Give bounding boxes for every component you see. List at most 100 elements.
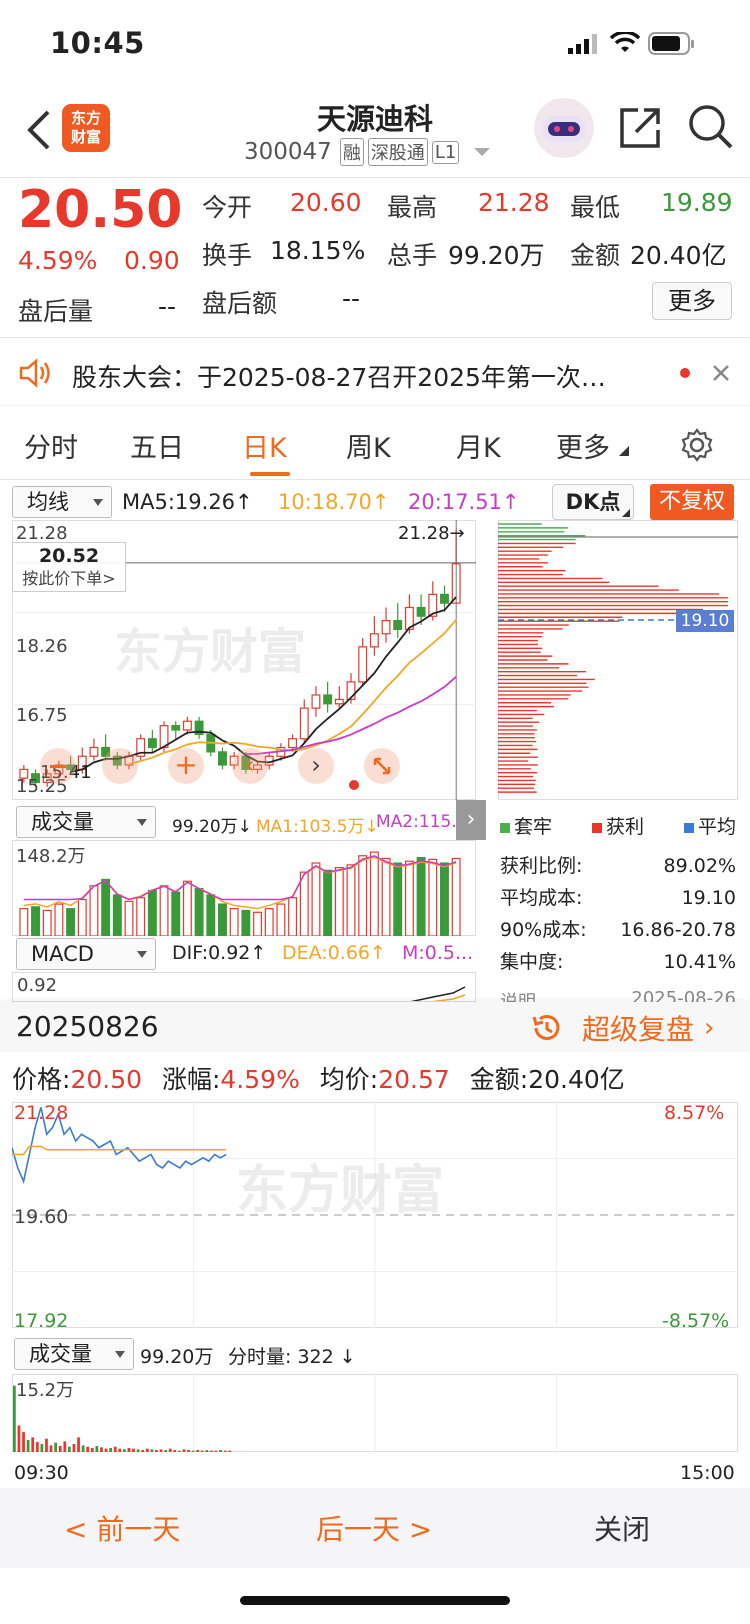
candle-body [171,725,181,731]
intraday-volume-select-label: 成交量 [29,1342,92,1366]
tab-more[interactable]: 更多 [556,426,610,465]
volume-value: 99.20万↓ [172,817,252,837]
ma20-label: 20:17.51↑ [408,490,520,514]
chart-tool-icon[interactable] [102,748,138,784]
volume-bar [159,885,169,936]
intraday-volume-bar [77,1437,80,1452]
volume-bar [253,911,262,936]
tab-weekly-k[interactable]: 周K [346,426,391,465]
macd-select[interactable]: MACD [16,938,156,970]
fullscreen-icon[interactable] [364,748,400,784]
chip-stats: 获利比例: 89.02% 平均成本: 19.10 90%成本: 16.86-20.78… [500,850,736,978]
volume-bar [19,908,29,936]
volume-bar [264,908,274,936]
chevron-down-icon [115,1351,125,1358]
chevron-down-icon [93,499,103,506]
next-day-button[interactable]: 后一天 > [316,1508,432,1548]
tag-margin: 融 [339,138,364,166]
volume-bar [31,906,40,936]
candle-body [218,751,227,766]
intraday-top-pct: 8.57% [664,1102,725,1124]
indicator-select[interactable]: 均线 [12,486,112,518]
intraday-volume-bar [187,1450,190,1452]
intraday-bottom-pct: -8.57% [662,1310,730,1332]
notice-bar[interactable]: 股东大会：于2025-08-27召开2025年第一次… [0,340,750,406]
candle-body [147,738,157,749]
active-tab-indicator [250,472,290,476]
scroll-right-icon[interactable]: › [298,748,334,784]
bottom-nav: < 前一天 后一天 > 关闭 [0,1488,750,1568]
stock-code: 300047 [244,139,332,165]
intraday-volume-bar [40,1444,44,1452]
intraday-volume-bar [168,1448,172,1452]
close-icon[interactable] [712,364,730,382]
status-bar: 10:45 [0,0,750,90]
speaker-icon [19,358,50,388]
search-icon[interactable] [688,104,734,150]
candle-body [323,694,333,705]
macd-m: M:0.5... [402,942,474,964]
tab-five-day[interactable]: 五日 [130,426,184,465]
intraday-volume-bar [45,1438,48,1452]
avg-cost-marker: 19.10 [676,610,734,632]
intraday-volume-chart [12,1374,738,1452]
more-button[interactable]: 更多 [652,282,732,320]
candle-body [182,720,192,731]
quote-panel: 20.50 4.59% 0.90 盘后量 -- 今开 20.60 最高 21.2… [0,178,750,338]
volume-bar [428,858,438,936]
time-start: 09:30 [14,1462,69,1484]
super-replay-link[interactable]: 超级复盘 › [528,1008,738,1048]
home-indicator [240,1596,510,1605]
tab-minute[interactable]: 分时 [24,426,78,465]
order-price-tag[interactable]: 20.52 按此价下单> [12,542,126,592]
intraday-volume-bar [210,1450,213,1452]
intraday-volume-bar [90,1448,94,1452]
volume-select[interactable]: 成交量 [16,806,156,838]
intraday-volume-value: 99.20万 [140,1346,214,1368]
close-button[interactable]: 关闭 [594,1508,650,1548]
intraday-volume-bar [22,1432,25,1452]
intraday-volume-select[interactable]: 成交量 [14,1338,134,1370]
tab-monthly-k[interactable]: 月K [456,426,501,465]
volume-bar [194,887,204,936]
candle-body [288,738,298,749]
watermark: 东方财富 [236,1161,445,1221]
more-corner-icon [619,446,629,456]
zoom-in-icon[interactable]: + [168,748,204,784]
stat-value: 20.60 [290,188,362,217]
volume-select-label: 成交量 [31,810,94,834]
settings-gear-icon[interactable] [680,428,714,462]
watermark: 东方财富 [114,624,307,680]
intraday-volume-bar [104,1448,108,1452]
order-hint: 按此价下单> [22,569,116,588]
prev-day-button[interactable]: < 前一天 [64,1508,180,1548]
scroll-left-icon[interactable]: ‹ [232,748,268,784]
dropdown-triangle-icon[interactable] [473,146,491,158]
ma5-label: MA5:19.26↑ [122,490,253,514]
intraday-volume-bar [155,1450,158,1452]
volume-ma2: MA2:115.3... [376,812,456,832]
intraday-volume-bar [31,1437,35,1452]
intraday-volume-bar [132,1448,135,1452]
tab-daily-k[interactable]: 日K [242,426,287,465]
volume-bar [77,898,87,936]
chip-stat-value: 89.02% [663,855,736,877]
intraday-volume-bar [150,1449,154,1452]
no-adjust-button[interactable]: 不复权 [650,484,734,520]
intraday-volume-bar [63,1441,67,1452]
candle-body [299,707,309,740]
collapse-panel-button[interactable]: › [456,800,486,840]
volume-bar [288,897,298,936]
chip-stat-value: 19.10 [681,887,736,909]
time-end: 15:00 [680,1462,735,1484]
intraday-volume-bar [145,1448,149,1452]
intraday-volume-bar [191,1450,195,1452]
robot-assistant-icon[interactable] [532,96,596,160]
intraday-volume-bar [58,1446,62,1452]
intraday-volume-bar [113,1446,117,1452]
chip-stat-label: 平均成本: [500,887,583,909]
candle-body [440,593,449,604]
zoom-out-icon[interactable] [40,748,76,784]
candle-body [311,694,321,709]
share-icon[interactable] [618,106,662,150]
